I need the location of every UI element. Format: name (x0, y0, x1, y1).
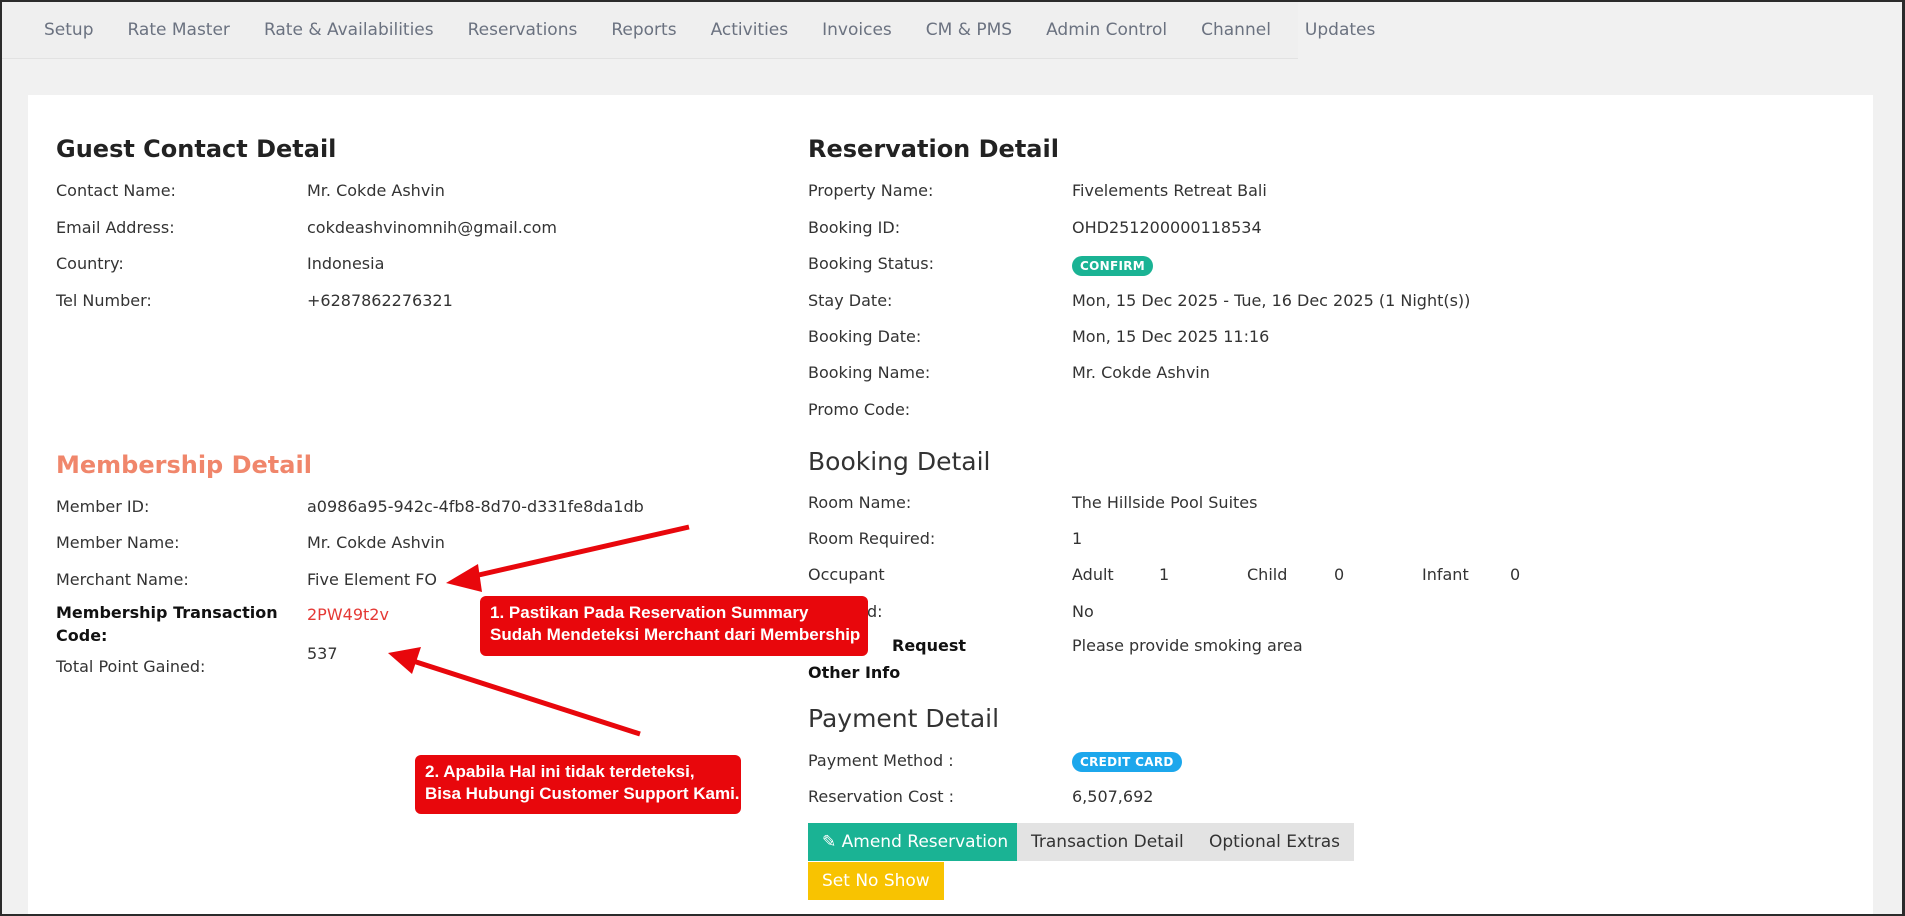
annotation-1-line2: Sudah Mendeteksi Merchant dari Membershi… (490, 625, 861, 644)
window-frame-left (0, 0, 2, 916)
pencil-icon: ✎ (822, 832, 837, 852)
special-request-value: Please provide smoking area (1072, 636, 1303, 655)
member-id-label: Member ID: (56, 497, 150, 516)
nav-rate-master[interactable]: Rate Master (110, 20, 246, 40)
nav-updates[interactable]: Updates (1288, 20, 1392, 40)
booking-status-label: Booking Status: (808, 254, 935, 273)
reservation-summary-card: Guest Contact Detail Contact Name: Mr. C… (28, 95, 1873, 916)
booking-status-wrap: CONFIRM (1072, 255, 1153, 276)
top-nav: Setup Rate Master Rate & Availabilities … (2, 2, 1375, 59)
points-value: 537 (307, 644, 338, 663)
merchant-name-label: Merchant Name: (56, 570, 189, 589)
contact-name-label: Contact Name: (56, 181, 176, 200)
member-name-value: Mr. Cokde Ashvin (307, 533, 445, 552)
refund-value: No (1072, 602, 1094, 621)
child-value: 0 (1334, 565, 1345, 584)
occupant-label: Occupant (808, 565, 885, 584)
annotation-1-line1: 1. Pastikan Pada Reservation Summary (490, 603, 809, 622)
set-no-show-button[interactable]: Set No Show (808, 862, 944, 900)
booking-date-value: Mon, 15 Dec 2025 11:16 (1072, 327, 1270, 346)
reservation-detail-title: Reservation Detail (808, 135, 1059, 163)
annotation-callout-1: 1. Pastikan Pada Reservation Summary Sud… (480, 596, 868, 656)
nav-reports[interactable]: Reports (594, 20, 693, 40)
booking-name-value: Mr. Cokde Ashvin (1072, 363, 1210, 382)
promo-code-label: Promo Code: (808, 400, 911, 419)
adult-label: Adult (1072, 565, 1114, 584)
infant-label: Infant (1422, 565, 1469, 584)
stay-date-label: Stay Date: (808, 291, 893, 310)
booking-name-label: Booking Name: (808, 363, 931, 382)
payment-method-label: Payment Method : (808, 751, 954, 770)
membership-title: Membership Detail (56, 451, 312, 479)
tel-label: Tel Number: (56, 291, 152, 310)
email-label: Email Address: (56, 218, 175, 237)
contact-name-value: Mr. Cokde Ashvin (307, 181, 445, 200)
nav-channel[interactable]: Channel (1184, 20, 1288, 40)
amend-reservation-button[interactable]: ✎ Amend Reservation (808, 823, 1023, 861)
nav-setup[interactable]: Setup (2, 20, 110, 40)
room-name-value: The Hillside Pool Suites (1072, 493, 1258, 512)
property-value: Fivelements Retreat Bali (1072, 181, 1267, 200)
email-value: cokdeashvinomnih@gmail.com (307, 218, 557, 237)
optional-extras-button[interactable]: Optional Extras (1195, 823, 1355, 861)
room-required-value: 1 (1072, 529, 1083, 548)
nav-admin-control[interactable]: Admin Control (1029, 20, 1184, 40)
stay-date-value: Mon, 15 Dec 2025 - Tue, 16 Dec 2025 (1 N… (1072, 291, 1471, 310)
guest-contact-title: Guest Contact Detail (56, 135, 337, 163)
payment-method-wrap: CREDIT CARD (1072, 751, 1182, 772)
nav-cm-pms[interactable]: CM & PMS (909, 20, 1029, 40)
transaction-code-value: 2PW49t2v (307, 605, 389, 624)
room-required-label: Room Required: (808, 529, 936, 548)
child-label: Child (1247, 565, 1288, 584)
credit-card-badge: CREDIT CARD (1072, 752, 1182, 772)
room-name-label: Room Name: (808, 493, 912, 512)
refund-label-partial: d: (867, 602, 883, 621)
booking-id-label: Booking ID: (808, 218, 901, 237)
nav-activities[interactable]: Activities (694, 20, 806, 40)
adult-value: 1 (1159, 565, 1170, 584)
tel-value: +6287862276321 (307, 291, 453, 310)
nav-reservations[interactable]: Reservations (451, 20, 595, 40)
member-id-value: a0986a95-942c-4fb8-8d70-d331fe8da1db (307, 497, 644, 516)
country-value: Indonesia (307, 254, 385, 273)
nav-rate-availabilities[interactable]: Rate & Availabilities (247, 20, 451, 40)
booking-detail-title: Booking Detail (808, 447, 991, 476)
payment-detail-title: Payment Detail (808, 704, 1000, 733)
nav-invoices[interactable]: Invoices (805, 20, 909, 40)
reservation-cost-label: Reservation Cost : (808, 787, 955, 806)
annotation-2-line1: 2. Apabila Hal ini tidak terdeteksi, (425, 762, 695, 781)
member-name-label: Member Name: (56, 533, 180, 552)
points-label: Total Point Gained: (56, 657, 206, 676)
special-request-label-partial: Request (892, 636, 967, 655)
transaction-detail-button[interactable]: Transaction Detail (1017, 823, 1198, 861)
annotation-2-line2: Bisa Hubungi Customer Support Kami. (425, 784, 740, 803)
confirm-badge: CONFIRM (1072, 256, 1153, 276)
transaction-code-label-line2: Code: (56, 626, 108, 645)
reservation-cost-value: 6,507,692 (1072, 787, 1154, 806)
booking-date-label: Booking Date: (808, 327, 922, 346)
annotation-callout-2: 2. Apabila Hal ini tidak terdeteksi, Bis… (415, 755, 741, 814)
amend-reservation-label: Amend Reservation (841, 832, 1009, 852)
merchant-name-value: Five Element FO (307, 570, 438, 589)
property-label: Property Name: (808, 181, 934, 200)
infant-value: 0 (1510, 565, 1521, 584)
country-label: Country: (56, 254, 124, 273)
booking-id-value: OHD251200000118534 (1072, 218, 1262, 237)
transaction-code-label-line1: Membership Transaction (56, 603, 278, 622)
other-info-label: Other Info (808, 663, 901, 682)
